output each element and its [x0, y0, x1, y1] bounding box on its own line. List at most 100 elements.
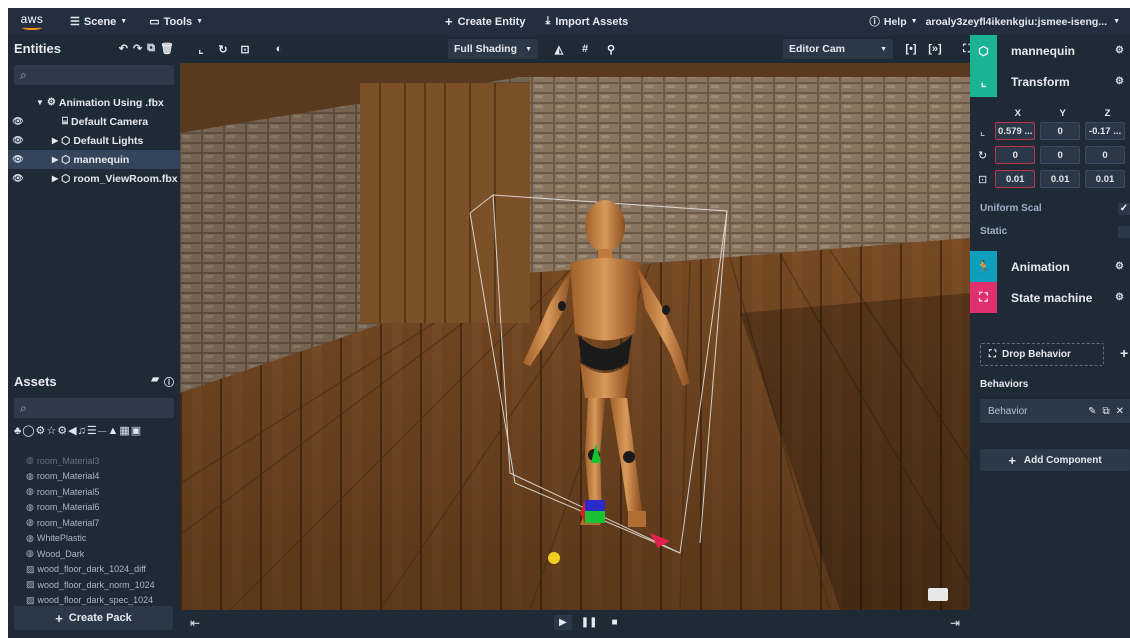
eye-icon[interactable]: 👁 — [8, 135, 28, 146]
tools-menu[interactable]: Tools — [164, 16, 193, 28]
eye-icon[interactable]: 👁 — [8, 116, 28, 127]
rotation-z-field[interactable]: 0 — [1085, 146, 1125, 164]
entity-tree: ▼ ⚙ Animation Using .fbx 👁 ⌸ Default Cam… — [8, 93, 180, 188]
import-assets-button[interactable]: ⤓ Import Assets — [545, 15, 628, 28]
plus-icon: + — [445, 14, 453, 29]
animation-header[interactable]: 🏃 Animation ⚙ — [970, 251, 1130, 282]
position-y-field[interactable]: 0 — [1040, 122, 1081, 140]
pause-icon[interactable]: ❚❚ — [576, 615, 603, 630]
scene-menu[interactable]: Scene — [84, 16, 116, 28]
settings-icon[interactable]: ⚙ — [1115, 45, 1124, 56]
tree-item-default-lights[interactable]: 👁 ▶ ⬡ Default Lights — [8, 131, 180, 150]
play-icon[interactable]: ▶ — [554, 615, 572, 630]
material-icon: ◍ — [26, 455, 34, 466]
scale-y-field[interactable]: 0.01 — [1040, 170, 1081, 188]
folder-icon[interactable]: ▰ — [151, 374, 159, 389]
drop-behavior-zone[interactable]: ⛶ Drop Behavior — [980, 343, 1104, 366]
tree-item-default-camera[interactable]: 👁 ⌸ Default Camera — [8, 112, 180, 131]
tree-item-label: Default Camera — [71, 115, 149, 128]
move-tool-icon[interactable]: ⌞ — [192, 39, 210, 59]
entity-icon: ⬡ — [61, 172, 71, 185]
entities-search-input[interactable]: ⌕ — [14, 65, 174, 85]
caret-right-icon[interactable]: ▶ — [52, 136, 58, 145]
add-component-button[interactable]: + Add Component — [980, 449, 1130, 471]
position-z-field[interactable]: -0.17 ... — [1085, 122, 1125, 140]
rotation-x-field[interactable]: 0 — [995, 146, 1036, 164]
gear-icon[interactable]: ⚙ — [1115, 261, 1124, 272]
grid-mountain-icon[interactable]: ◭ — [550, 39, 568, 59]
static-checkbox[interactable] — [1118, 225, 1130, 238]
frame-all-icon[interactable]: [»] — [926, 39, 944, 59]
frame-selection-icon[interactable]: [•] — [902, 39, 920, 59]
redo-icon[interactable]: ↷ — [133, 42, 142, 55]
tree-item-label: mannequin — [73, 153, 130, 166]
undo-icon[interactable]: ↶ — [119, 42, 128, 55]
stop-icon[interactable]: ■ — [606, 615, 622, 630]
duplicate-icon[interactable]: ⧉ — [147, 42, 155, 55]
help-button[interactable]: ⓘ Help ▼ — [869, 14, 917, 29]
aws-logo[interactable]: aws — [12, 8, 52, 35]
help-icon: ⓘ — [869, 16, 880, 28]
collapse-left-icon[interactable]: ⇤ — [190, 616, 200, 630]
scene-viewport[interactable] — [180, 63, 970, 610]
grid-icon[interactable]: # — [576, 39, 594, 59]
delete-icon[interactable]: 🗑 — [160, 42, 174, 55]
position-icon: ⌞ — [980, 125, 986, 138]
list-item[interactable]: ◍ room_Material7 — [8, 515, 180, 531]
create-entity-button[interactable]: + Create Entity — [445, 14, 525, 29]
list-item[interactable]: ◍ room_Material5 — [8, 484, 180, 500]
caret-right-icon[interactable]: ▶ — [52, 174, 58, 183]
rotation-row: ↻ 0 0 0 — [970, 143, 1130, 167]
rotate-tool-icon[interactable]: ↻ — [214, 39, 232, 59]
add-behavior-icon[interactable]: + — [1120, 345, 1128, 361]
window-icon: ▭ — [149, 16, 160, 28]
center-actions: + Create Entity ⤓ Import Assets — [445, 8, 628, 35]
asset-list: ◍ room_Material3 ◍ room_Material4 ◍ room_Ma… — [8, 453, 180, 608]
collapse-right-icon[interactable]: ⇥ — [950, 616, 960, 630]
magic-wand-icon[interactable]: ⚲ — [602, 39, 620, 59]
gear-icon[interactable]: ⚙ — [1115, 76, 1124, 87]
list-item[interactable]: ◍ Wood_Dark — [8, 546, 180, 562]
behaviors-heading: Behaviors — [980, 379, 1029, 390]
hamburger-icon: ☰ — [70, 16, 80, 28]
position-x-field[interactable]: 0.579 ... — [995, 122, 1036, 140]
download-icon: ⤓ — [545, 15, 551, 27]
scale-x-field[interactable]: 0.01 — [995, 170, 1036, 188]
tree-item-mannequin[interactable]: 👁 ▶ ⬡ mannequin — [8, 150, 180, 169]
caret-right-icon[interactable]: ▶ — [52, 155, 58, 164]
tree-item-root[interactable]: ▼ ⚙ Animation Using .fbx — [8, 93, 180, 112]
list-item[interactable]: ◍ room_Material3 — [8, 453, 180, 469]
eye-icon[interactable]: 👁 — [8, 154, 28, 165]
info-icon[interactable]: ⓘ — [164, 374, 174, 389]
asset-filter-toolbar[interactable]: ♣◯⚙☆⚙◀♫☰⏤▲▦▣ — [14, 424, 174, 442]
gear-icon[interactable]: ⚙ — [1115, 292, 1124, 303]
transform-header[interactable]: ⌞ Transform ⚙ — [970, 66, 1130, 97]
user-menu[interactable]: aroaly3zeyfl4ikenkgiu:jsmee-iseng... ▼ — [926, 16, 1120, 28]
world-space-icon[interactable]: ◐ — [270, 39, 288, 59]
close-icon[interactable]: ✕ — [1116, 406, 1124, 417]
behavior-item[interactable]: Behavior ✎ ⧉ ✕ — [980, 399, 1130, 423]
camera-dropdown[interactable]: Editor Cam ▼ — [783, 39, 893, 59]
list-item[interactable]: ◍ WhitePlastic — [8, 531, 180, 547]
entity-name[interactable]: mannequin — [1011, 44, 1075, 58]
tree-item-room-viewroom[interactable]: 👁 ▶ ⬡ room_ViewRoom.fbx — [8, 169, 180, 188]
edit-icon[interactable]: ✎ — [1088, 406, 1096, 417]
uniform-scale-label: Uniform Scal — [980, 203, 1042, 214]
create-pack-button[interactable]: + Create Pack — [14, 606, 173, 630]
scale-tool-icon[interactable]: ⊡ — [236, 39, 254, 59]
list-item[interactable]: ◍ room_Material4 — [8, 469, 180, 485]
rotation-y-field[interactable]: 0 — [1040, 146, 1081, 164]
list-item[interactable]: ▨ wood_floor_dark_1024_diff — [8, 562, 180, 578]
scale-z-field[interactable]: 0.01 — [1085, 170, 1125, 188]
static-row: Static — [970, 220, 1130, 243]
copy-icon[interactable]: ⧉ — [1102, 406, 1109, 417]
list-item[interactable]: ◍ room_Material6 — [8, 500, 180, 516]
state-machine-header[interactable]: ⛶ State machine ⚙ — [970, 282, 1130, 313]
eye-icon[interactable]: 👁 — [8, 173, 28, 184]
shading-dropdown[interactable]: Full Shading ▼ — [448, 39, 538, 59]
help-label: Help — [883, 15, 907, 28]
assets-search-input[interactable]: ⌕ — [14, 398, 174, 418]
list-item[interactable]: ▨ wood_floor_dark_norm_1024 — [8, 577, 180, 593]
scale-icon: ⊡ — [978, 173, 988, 186]
uniform-scale-checkbox[interactable]: ✓ — [1118, 202, 1130, 215]
